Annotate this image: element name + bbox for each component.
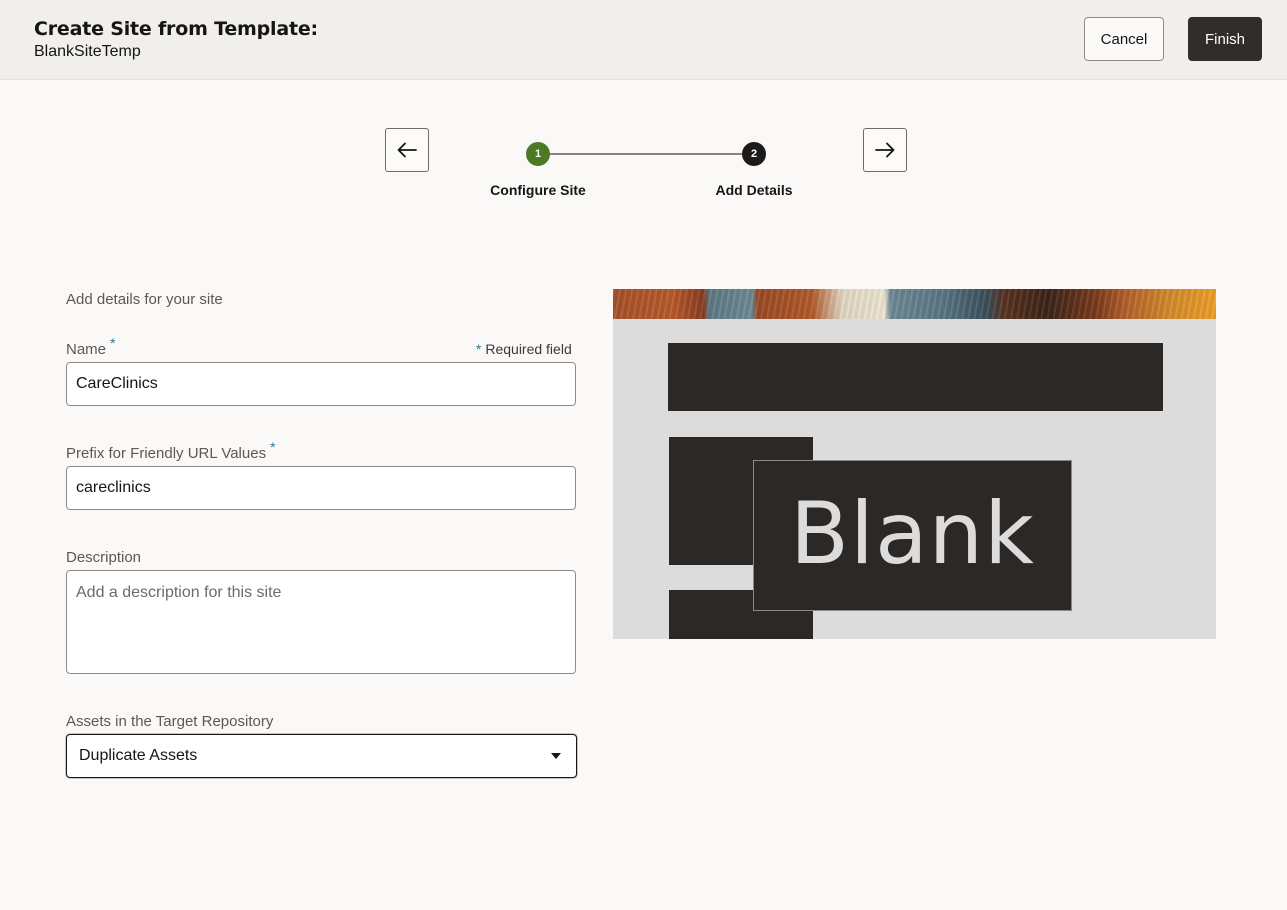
finish-button[interactable]: Finish — [1188, 17, 1262, 61]
description-label: Description — [66, 549, 142, 566]
train-connector — [538, 153, 754, 155]
assets-select[interactable]: Duplicate Assets — [66, 734, 577, 778]
page-header: Create Site from Template: BlankSiteTemp… — [0, 0, 1287, 80]
preview-template-text: Blank — [790, 483, 1035, 584]
step-1-label[interactable]: Configure Site — [458, 182, 618, 198]
step-2-label[interactable]: Add Details — [674, 182, 834, 198]
preview-header-block — [668, 343, 1163, 411]
cancel-button[interactable]: Cancel — [1084, 17, 1164, 61]
page-title: Create Site from Template: — [34, 18, 318, 40]
prefix-input[interactable]: careclinics — [66, 466, 576, 510]
required-note-star: * — [476, 341, 482, 357]
next-step-button[interactable] — [863, 128, 907, 172]
form-heading: Add details for your site — [66, 291, 223, 308]
description-textarea[interactable]: Add a description for this site — [66, 570, 576, 674]
assets-label: Assets in the Target Repository — [66, 713, 274, 730]
required-note-text: Required field — [485, 341, 572, 357]
template-preview-image: Blank — [613, 289, 1216, 639]
prefix-label: Prefix for Friendly URL Values * — [66, 439, 276, 462]
required-field-note: * Required field — [476, 341, 572, 357]
step-1-indicator[interactable]: 1 — [526, 142, 550, 166]
required-indicator: * — [270, 439, 276, 455]
step-2-indicator[interactable]: 2 — [742, 142, 766, 166]
preview-main-block: Blank — [753, 460, 1072, 611]
previous-step-button[interactable] — [385, 128, 429, 172]
name-label: Name * — [66, 335, 115, 358]
name-label-text: Name — [66, 341, 107, 358]
arrow-left-icon — [397, 142, 417, 158]
arrow-right-icon — [875, 142, 895, 158]
template-name: BlankSiteTemp — [34, 43, 141, 60]
required-indicator: * — [110, 335, 116, 351]
name-input[interactable]: CareClinics — [66, 362, 576, 406]
caret-down-icon — [551, 753, 561, 759]
prefix-label-text: Prefix for Friendly URL Values — [66, 445, 267, 462]
assets-selected-value: Duplicate Assets — [79, 747, 198, 764]
